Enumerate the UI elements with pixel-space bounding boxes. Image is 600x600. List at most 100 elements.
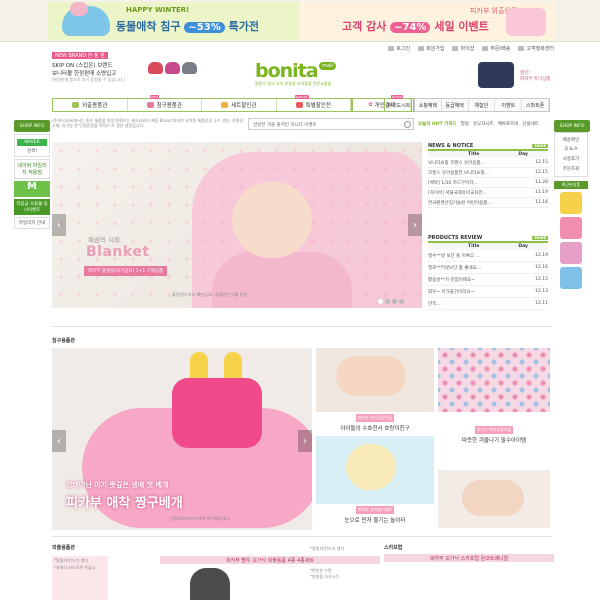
nav-outing[interactable]: 외출용품관 bbox=[53, 99, 128, 111]
signup-link[interactable]: 회원가입 bbox=[418, 45, 444, 52]
news-row[interactable]: [하이바] 서울국제유아교육전... 11.19 bbox=[428, 188, 548, 198]
news-row[interactable]: 보니타쇼핑 코렌스 유아용품... 12.15 bbox=[428, 158, 548, 168]
news-column-header: Title Day bbox=[428, 151, 548, 158]
pager-dot[interactable] bbox=[378, 299, 383, 304]
hot-keyword[interactable]: 유모차시트 bbox=[473, 121, 494, 127]
hot-keyword[interactable]: 선물세트 bbox=[522, 121, 539, 127]
hero-subcaption: 블랑킷이 아니 패션 담요, 동화같은 이불 완성 bbox=[172, 292, 248, 297]
shoes-product-image[interactable] bbox=[148, 58, 198, 80]
car-seat-image bbox=[190, 568, 230, 600]
mileage-event-button[interactable]: 적립금 사용불 동시이벤트 bbox=[14, 199, 50, 215]
hot-keyword[interactable]: 매싸포르네 bbox=[498, 121, 519, 127]
hot-keywords: 오늘의 HOT 키워드 필링 유모차시트 매싸포르네 선물세트 bbox=[418, 118, 552, 130]
nav-event[interactable]: 이벤트 bbox=[495, 99, 523, 111]
hero-next-button[interactable]: › bbox=[408, 214, 422, 236]
order-delivery-link[interactable]: 주문/배송 bbox=[482, 45, 510, 52]
nav-car-seat[interactable]: brand 아기도시트 bbox=[384, 95, 414, 112]
nav-smartphone[interactable]: 스마트폰 bbox=[522, 99, 549, 111]
bedding-main-banner[interactable]: 갓태어난 아기 뜻깊은 생애 첫 베개 피카부 애착 짱구베개 건설모체 피카부… bbox=[52, 348, 312, 530]
naver-mileage[interactable]: 네이버 마일리지 적용점 bbox=[14, 159, 50, 179]
nav-experience[interactable]: 체험단 bbox=[469, 99, 496, 111]
news-notice-panel: NEWS & NOTICE MORE Title Day 보니타쇼핑 코렌스 유아… bbox=[428, 142, 548, 232]
pager-dot[interactable] bbox=[399, 299, 404, 304]
promo-banner-sale-event[interactable]: 피카부 외출용품 고객 감사 ~74% 세일 이벤트 bbox=[300, 2, 555, 40]
bedding-tile[interactable]: 피카부 유아놀이매트 눈으로 먼저 즐기는 놀이터 bbox=[316, 436, 434, 526]
myshop-link[interactable]: 마이샵 bbox=[452, 45, 474, 52]
bedding-next-button[interactable]: › bbox=[298, 430, 312, 452]
qna-link[interactable]: Q & A bbox=[555, 145, 587, 154]
naver-search-box[interactable]: NAVER 검색! bbox=[14, 134, 50, 157]
outing-product-image[interactable]: *알뜰지/킨드가 뱅지 *유래식 보드로쿠 폭넓고 bbox=[52, 556, 108, 600]
reviews-link[interactable]: 사용후기 bbox=[555, 154, 587, 164]
bedding-tile[interactable]: 피카부 아기낮잠이불 아이들의 수호천사 호랑이친구 bbox=[316, 348, 434, 434]
order-lookup-link[interactable]: 주문조회 bbox=[555, 164, 587, 174]
promo-banner-animal-bedding[interactable]: HAPPY WINTER! 동물애착 침구 ~53% 특가전 bbox=[48, 2, 303, 40]
delivery-check-link[interactable]: 배송확인 bbox=[555, 135, 587, 145]
mileage-m-icon: M bbox=[14, 181, 50, 197]
discount-badge: ~74% bbox=[390, 22, 431, 33]
bedding-subcaption: 건설모체 피카부 애착 짱구베개 출시 bbox=[170, 516, 231, 521]
banner-title: 동물애착 침구 ~53% 특가전 bbox=[116, 20, 259, 33]
review-row[interactable]: 외우~ 아가물건이라요~ 12.13 bbox=[428, 286, 548, 298]
recent-item-thumb[interactable] bbox=[560, 267, 582, 289]
shop-info-header: SHOP INFO bbox=[554, 120, 590, 132]
truck-icon bbox=[482, 45, 489, 51]
outing-note: *편안한 수면 bbox=[310, 568, 332, 573]
right-header-promo[interactable]: 할인! 피카부 특가상품 bbox=[472, 60, 554, 90]
tile-caption: 피카부 아기낮잠이불 따뜻한 겨울나기 필수아이템 bbox=[438, 414, 550, 468]
nav-bedding[interactable]: best 침구용품관 bbox=[128, 95, 202, 111]
pager-dot[interactable] bbox=[385, 299, 390, 304]
hero-prev-button[interactable]: ‹ bbox=[52, 214, 66, 236]
bedding-tile-image[interactable] bbox=[438, 348, 550, 412]
left-shop-info: SHOP INFO NAVER 검색! 네이버 마일리지 적용점 M 적립금 사… bbox=[14, 120, 50, 260]
recent-item-thumb[interactable] bbox=[560, 242, 582, 264]
news-title: NEWS & NOTICE bbox=[428, 142, 474, 149]
customer-center-link[interactable]: 고객행복센터 bbox=[518, 45, 554, 52]
outing-note: *유래식 보드로쿠 폭넓고 bbox=[54, 565, 96, 570]
news-row[interactable]: 코렌스 유아용품전 보니타쇼핑... 12.15 bbox=[428, 168, 548, 178]
review-row[interactable]: 필로**키넷보단 활 좋네요... 12.16 bbox=[428, 262, 548, 274]
product-review-panel: PRODUCTS REVIEW MORE Title Day 필수**넷 보단 볼… bbox=[428, 234, 548, 314]
search-label: 검색! bbox=[26, 149, 38, 154]
bedding-tile[interactable]: 피카부 아기낮잠이불 따뜻한 겨울나기 필수아이템 bbox=[438, 414, 550, 468]
hot-keyword[interactable]: 필링 bbox=[461, 121, 469, 127]
hero-title: Blanket bbox=[86, 244, 150, 260]
recent-item-thumb[interactable] bbox=[560, 217, 582, 239]
tile-tag: 피카부 아기낮잠이불 bbox=[474, 426, 514, 434]
carrier-product-image bbox=[478, 62, 514, 88]
mileage-guide-link[interactable]: 마일리지 안내 bbox=[14, 217, 50, 229]
review-row[interactable]: 만족... 12.11 bbox=[428, 298, 548, 310]
review-more-button[interactable]: MORE bbox=[532, 235, 548, 240]
scarf-banner-title[interactable]: 피카부 오가닉 스카프럽 원코트배니알 bbox=[384, 554, 554, 562]
hero-slider[interactable]: 패션의 시작 Blanket 피카부 블랭킷(아기담요) 1+1 기획상품 블랑… bbox=[52, 142, 422, 308]
site-logo[interactable]: bonita mall 알뜰히 빛의 가치 친환경 유아용품 전문쇼핑몰 bbox=[255, 60, 365, 90]
outing-note: *알뜰지/킨드가 뱅지 bbox=[310, 546, 345, 551]
nav-set-discount[interactable]: 세트할인관 bbox=[202, 99, 277, 111]
bedding-prev-button[interactable]: ‹ bbox=[52, 430, 66, 452]
hero-product-tag[interactable]: 피카부 블랭킷(아기담요) 1+1 기획상품 bbox=[84, 266, 168, 276]
review-row[interactable]: 활용성**가 만점이에요~ 12.15 bbox=[428, 274, 548, 286]
new-brand-line: 보니타몰 한정판매 소량입고 bbox=[52, 71, 117, 77]
news-row[interactable]: [체박] 1/30 카드무이자... 11.28 bbox=[428, 178, 548, 188]
nav-shopping-benefit[interactable]: 쇼핑혜택 bbox=[415, 99, 442, 111]
search-input[interactable]: 알알한 겨울 볼꺼진 하니다 이벤트 bbox=[248, 118, 414, 130]
bedding-tile-image[interactable] bbox=[438, 470, 550, 528]
bed-icon bbox=[146, 102, 154, 108]
recent-item-thumb[interactable] bbox=[560, 192, 582, 214]
nav-grade-benefit[interactable]: 등급혜택 bbox=[442, 99, 469, 111]
login-link[interactable]: 로그인 bbox=[388, 45, 410, 52]
pager-dot[interactable] bbox=[392, 299, 397, 304]
scarf-section: 스카프럽 피카부 오가닉 스카프럽 원코트배니알 bbox=[384, 544, 554, 600]
outing-note: *방향을 자유시작 bbox=[310, 574, 340, 579]
search-icon[interactable] bbox=[404, 121, 411, 128]
outing-set-banner[interactable]: 피카부 빨우 오가닉 외출용품 4종 4종세트 *알뜰지/킨드가 뱅지 *편안한… bbox=[160, 546, 380, 600]
review-row[interactable]: 필수**넷 보단 볼 이쁘고 ... 12.19 bbox=[428, 250, 548, 262]
lock-icon bbox=[388, 45, 395, 51]
nav-special-sale[interactable]: special 특별할인전 bbox=[277, 95, 351, 111]
elephant-pillow-image bbox=[62, 2, 110, 36]
new-brand-promo[interactable]: NEW BRAND 한 정 판 SKIP ON (스킵온) 브랜드 보니타몰 한… bbox=[52, 52, 148, 90]
news-row[interactable]: 한국환경산업기술원 어린이용품... 11.16 bbox=[428, 198, 548, 208]
naver-logo: NAVER bbox=[17, 139, 47, 146]
news-more-button[interactable]: MORE bbox=[532, 143, 548, 148]
home-icon bbox=[452, 45, 459, 51]
